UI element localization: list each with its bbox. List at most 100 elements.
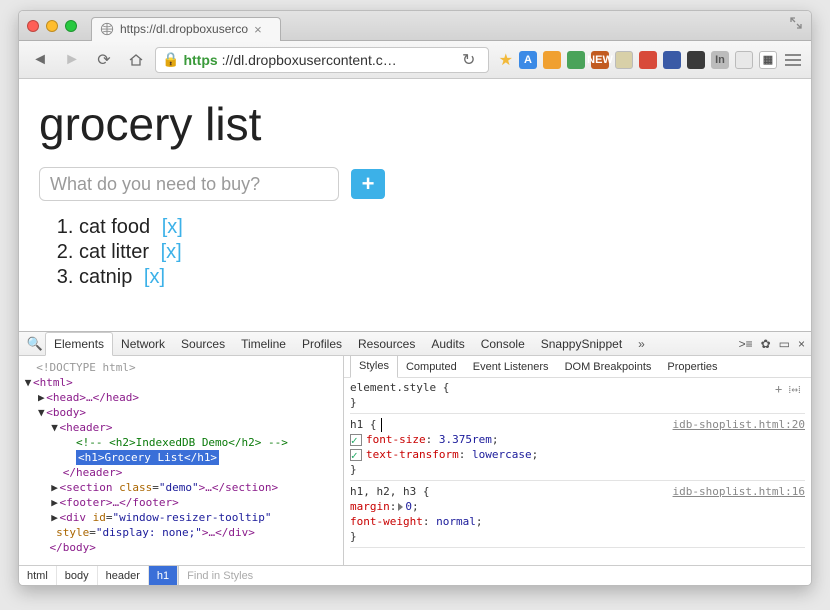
- dom-head[interactable]: <head>…</head>: [46, 391, 139, 404]
- styles-tab-dom-breakpoints[interactable]: DOM Breakpoints: [557, 356, 660, 378]
- devtools-tab-sources[interactable]: Sources: [173, 332, 233, 356]
- minimize-window-button[interactable]: [46, 20, 58, 32]
- devtools-tab-audits[interactable]: Audits: [423, 332, 472, 356]
- extension-icon[interactable]: [567, 51, 585, 69]
- h1-selector: h1 {: [350, 418, 377, 431]
- breadcrumb-html[interactable]: html: [19, 566, 57, 585]
- url-rest: ://dl.dropboxusercontent.c…: [222, 52, 397, 68]
- dock-icon[interactable]: ▭: [779, 337, 790, 351]
- browser-tab[interactable]: https://dl.dropboxuserco ×: [91, 17, 281, 41]
- dom-footer[interactable]: <footer>…</footer>: [60, 496, 179, 509]
- devtools-tab-console[interactable]: Console: [473, 332, 533, 356]
- forward-button[interactable]: ►: [59, 48, 85, 72]
- new-item-input[interactable]: [39, 167, 339, 201]
- lock-icon: 🔒: [162, 51, 179, 68]
- page-content: grocery list + cat food [x]cat litter [x…: [19, 79, 811, 331]
- devtools-close-button[interactable]: ×: [798, 337, 805, 351]
- extension-icon[interactable]: In: [711, 51, 729, 69]
- tab-strip: https://dl.dropboxuserco ×: [19, 11, 811, 41]
- add-item-button[interactable]: +: [351, 169, 385, 199]
- dom-header-close: </header>: [63, 466, 123, 479]
- list-item: catnip [x]: [79, 265, 791, 290]
- delete-item-button[interactable]: [x]: [138, 266, 165, 288]
- devtools-more[interactable]: »: [630, 332, 653, 356]
- dom-body[interactable]: <body>: [46, 406, 86, 419]
- reload-button[interactable]: ⟳: [91, 48, 117, 72]
- grocery-list: cat food [x]cat litter [x]catnip [x]: [79, 215, 791, 290]
- styles-tab-properties[interactable]: Properties: [659, 356, 725, 378]
- back-button[interactable]: ◄: [27, 48, 53, 72]
- extension-icon[interactable]: [615, 51, 633, 69]
- styles-tab-styles[interactable]: Styles: [350, 356, 398, 378]
- close-window-button[interactable]: [27, 20, 39, 32]
- expand-shorthand-icon[interactable]: [398, 503, 403, 511]
- url-protocol: https: [183, 52, 217, 68]
- globe-icon: [100, 22, 114, 36]
- extension-icon[interactable]: ▦: [759, 51, 777, 69]
- extension-icon[interactable]: [663, 51, 681, 69]
- styles-panel: StylesComputedEvent ListenersDOM Breakpo…: [344, 356, 811, 565]
- devtools-tab-elements[interactable]: Elements: [45, 332, 113, 356]
- tab-title: https://dl.dropboxuserco: [120, 22, 248, 36]
- style-source-link[interactable]: idb-shoplist.html:16: [673, 484, 805, 499]
- style-checkbox[interactable]: [350, 434, 362, 446]
- extension-icon[interactable]: A: [519, 51, 537, 69]
- breadcrumb-body[interactable]: body: [57, 566, 98, 585]
- settings-gear-icon[interactable]: ✿: [761, 337, 771, 351]
- refresh-icon[interactable]: ↻: [456, 48, 482, 72]
- extension-icon[interactable]: NEW: [591, 51, 609, 69]
- item-name: cat litter: [79, 241, 149, 263]
- dom-doctype: <!DOCTYPE html>: [36, 361, 135, 374]
- devtools-tab-network[interactable]: Network: [113, 332, 173, 356]
- style-checkbox[interactable]: [350, 449, 362, 461]
- home-button[interactable]: [123, 48, 149, 72]
- item-name: cat food: [79, 216, 150, 238]
- devtools-tab-snappysnippet[interactable]: SnappySnippet: [533, 332, 630, 356]
- extension-icon[interactable]: [639, 51, 657, 69]
- devtools-tab-resources[interactable]: Resources: [350, 332, 423, 356]
- item-name: catnip: [79, 266, 132, 288]
- devtools-tabs: 🔍 ElementsNetworkSourcesTimelineProfiles…: [19, 332, 811, 356]
- new-rule-icon[interactable]: +: [775, 382, 782, 396]
- list-item: cat litter [x]: [79, 240, 791, 265]
- dom-comment: <!-- <h2>IndexedDB Demo</h2> -->: [76, 436, 288, 449]
- search-icon[interactable]: 🔍: [25, 336, 45, 352]
- bookmark-star-icon[interactable]: ★: [499, 50, 513, 70]
- dom-body-close: </body>: [50, 541, 96, 554]
- devtools-tab-profiles[interactable]: Profiles: [294, 332, 350, 356]
- console-toggle-icon[interactable]: >≡: [739, 337, 753, 351]
- styles-body[interactable]: +⁞↔⁞ element.style { } idb-shoplist.html…: [344, 378, 811, 565]
- elements-tree[interactable]: <!DOCTYPE html> ▼<html> ▶<head>…</head> …: [19, 356, 344, 565]
- styles-tabs: StylesComputedEvent ListenersDOM Breakpo…: [344, 356, 811, 378]
- hamburger-menu-icon[interactable]: [783, 54, 803, 66]
- add-item-row: +: [39, 167, 791, 201]
- dom-header[interactable]: <header>: [60, 421, 113, 434]
- nav-toolbar: ◄ ► ⟳ 🔒 https ://dl.dropboxusercontent.c…: [19, 41, 811, 79]
- dom-selected-h1[interactable]: <h1>Grocery List</h1>: [76, 450, 219, 465]
- close-tab-button[interactable]: ×: [254, 22, 262, 37]
- element-style-selector: element.style {: [350, 380, 805, 395]
- extension-icon[interactable]: [687, 51, 705, 69]
- breadcrumb-header[interactable]: header: [98, 566, 149, 585]
- styles-tab-event-listeners[interactable]: Event Listeners: [465, 356, 557, 378]
- zoom-window-button[interactable]: [65, 20, 77, 32]
- extensions-row: A NEW In ▦: [519, 51, 777, 69]
- page-title: grocery list: [39, 97, 791, 151]
- breadcrumb-h1[interactable]: h1: [149, 566, 178, 585]
- extension-icon[interactable]: [735, 51, 753, 69]
- devtools-footer: htmlbodyheaderh1 Find in Styles: [19, 565, 811, 585]
- styles-tab-computed[interactable]: Computed: [398, 356, 465, 378]
- delete-item-button[interactable]: [x]: [155, 241, 182, 263]
- devtools-tab-timeline[interactable]: Timeline: [233, 332, 294, 356]
- delete-item-button[interactable]: [x]: [156, 216, 183, 238]
- toggle-state-icon[interactable]: ⁞↔⁞: [788, 383, 801, 396]
- browser-window: https://dl.dropboxuserco × ◄ ► ⟳ 🔒 https…: [18, 10, 812, 586]
- dom-html[interactable]: <html>: [33, 376, 73, 389]
- find-in-styles-input[interactable]: Find in Styles: [178, 566, 811, 585]
- devtools-panel: 🔍 ElementsNetworkSourcesTimelineProfiles…: [19, 331, 811, 585]
- address-bar[interactable]: 🔒 https ://dl.dropboxusercontent.c… ↻: [155, 47, 489, 73]
- style-source-link[interactable]: idb-shoplist.html:20: [673, 417, 805, 432]
- list-item: cat food [x]: [79, 215, 791, 240]
- extension-icon[interactable]: [543, 51, 561, 69]
- expand-icon[interactable]: [789, 16, 803, 35]
